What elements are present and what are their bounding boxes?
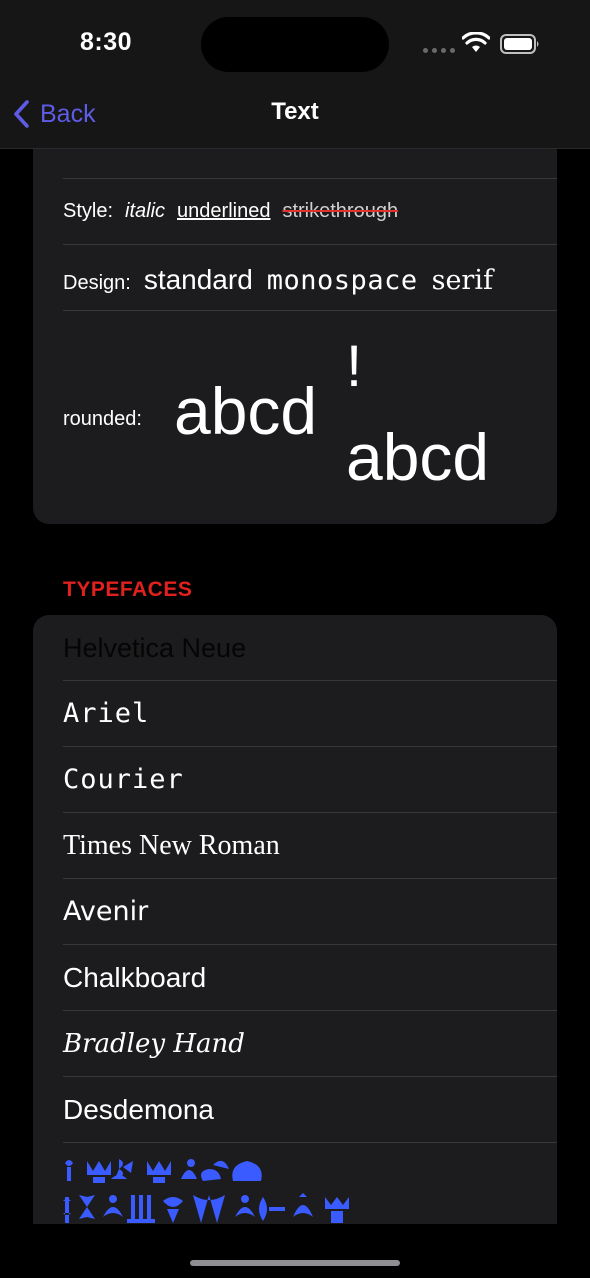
design-row: Design: standard monospace serif (63, 264, 493, 296)
design-monospace-sample: monospace (266, 265, 418, 296)
rounded-label: rounded: (63, 408, 142, 430)
text-styles-card: Style: italic underlined strikethrough D… (33, 120, 557, 524)
design-standard-sample: standard (143, 264, 253, 295)
typeface-helvetica-neue: Helvetica Neue (63, 633, 247, 663)
design-label: Design: (63, 272, 131, 294)
home-indicator[interactable] (190, 1260, 400, 1266)
typeface-courier: Courier (63, 764, 184, 795)
list-item: Chalkboard (33, 945, 557, 1011)
rounded-sample-large-2: abcd (346, 420, 490, 494)
cellular-signal-icon (423, 48, 455, 53)
list-item: Courier (33, 747, 557, 813)
battery-icon (500, 34, 539, 54)
typefaces-list: Helvetica Neue Ariel Courier Times New R… (33, 615, 557, 1255)
list-item: Helvetica Neue (33, 615, 557, 681)
typeface-chalkboard: Chalkboard (63, 962, 207, 993)
strikethrough-sample: strikethrough (282, 200, 399, 222)
typeface-bradley-hand: Bradley Hand (63, 1029, 245, 1059)
list-item: Desdemona (33, 1077, 557, 1143)
rounded-exclamation: ! (346, 334, 363, 399)
list-item: Times New Roman (33, 813, 557, 879)
rounded-sample-large: abcd (174, 374, 318, 448)
list-item: Avenir (33, 879, 557, 945)
underlined-sample: underlined (177, 200, 271, 222)
page-title: Text (271, 98, 319, 125)
bottom-safe-area (0, 1224, 590, 1278)
screen: Style: italic underlined strikethrough D… (0, 0, 590, 1278)
design-serif-sample: serif (431, 265, 493, 296)
typeface-desdemona: Desdemona (63, 1094, 214, 1125)
scroll-content[interactable]: Style: italic underlined strikethrough D… (0, 0, 590, 1278)
dynamic-island (201, 17, 389, 72)
typeface-times-new-roman: Times New Roman (63, 830, 280, 861)
typeface-ariel: Ariel (63, 698, 150, 729)
navigation-bar: 8:30 Back Text (0, 0, 590, 149)
separator (63, 178, 557, 179)
italic-sample: italic (125, 200, 166, 222)
wifi-icon (462, 32, 490, 52)
separator (63, 1142, 557, 1143)
list-item: Bradley Hand (33, 1011, 557, 1077)
status-time: 8:30 (80, 28, 133, 56)
separator (63, 310, 557, 311)
style-row: Style: italic underlined strikethrough (63, 200, 398, 223)
separator (63, 244, 557, 245)
typefaces-section-header: TYPEFACES (63, 578, 193, 601)
ornament-dingbats-icon (63, 1159, 349, 1223)
style-label: Style: (63, 200, 114, 222)
list-item: Ariel (33, 681, 557, 747)
typeface-avenir: Avenir (63, 896, 149, 927)
